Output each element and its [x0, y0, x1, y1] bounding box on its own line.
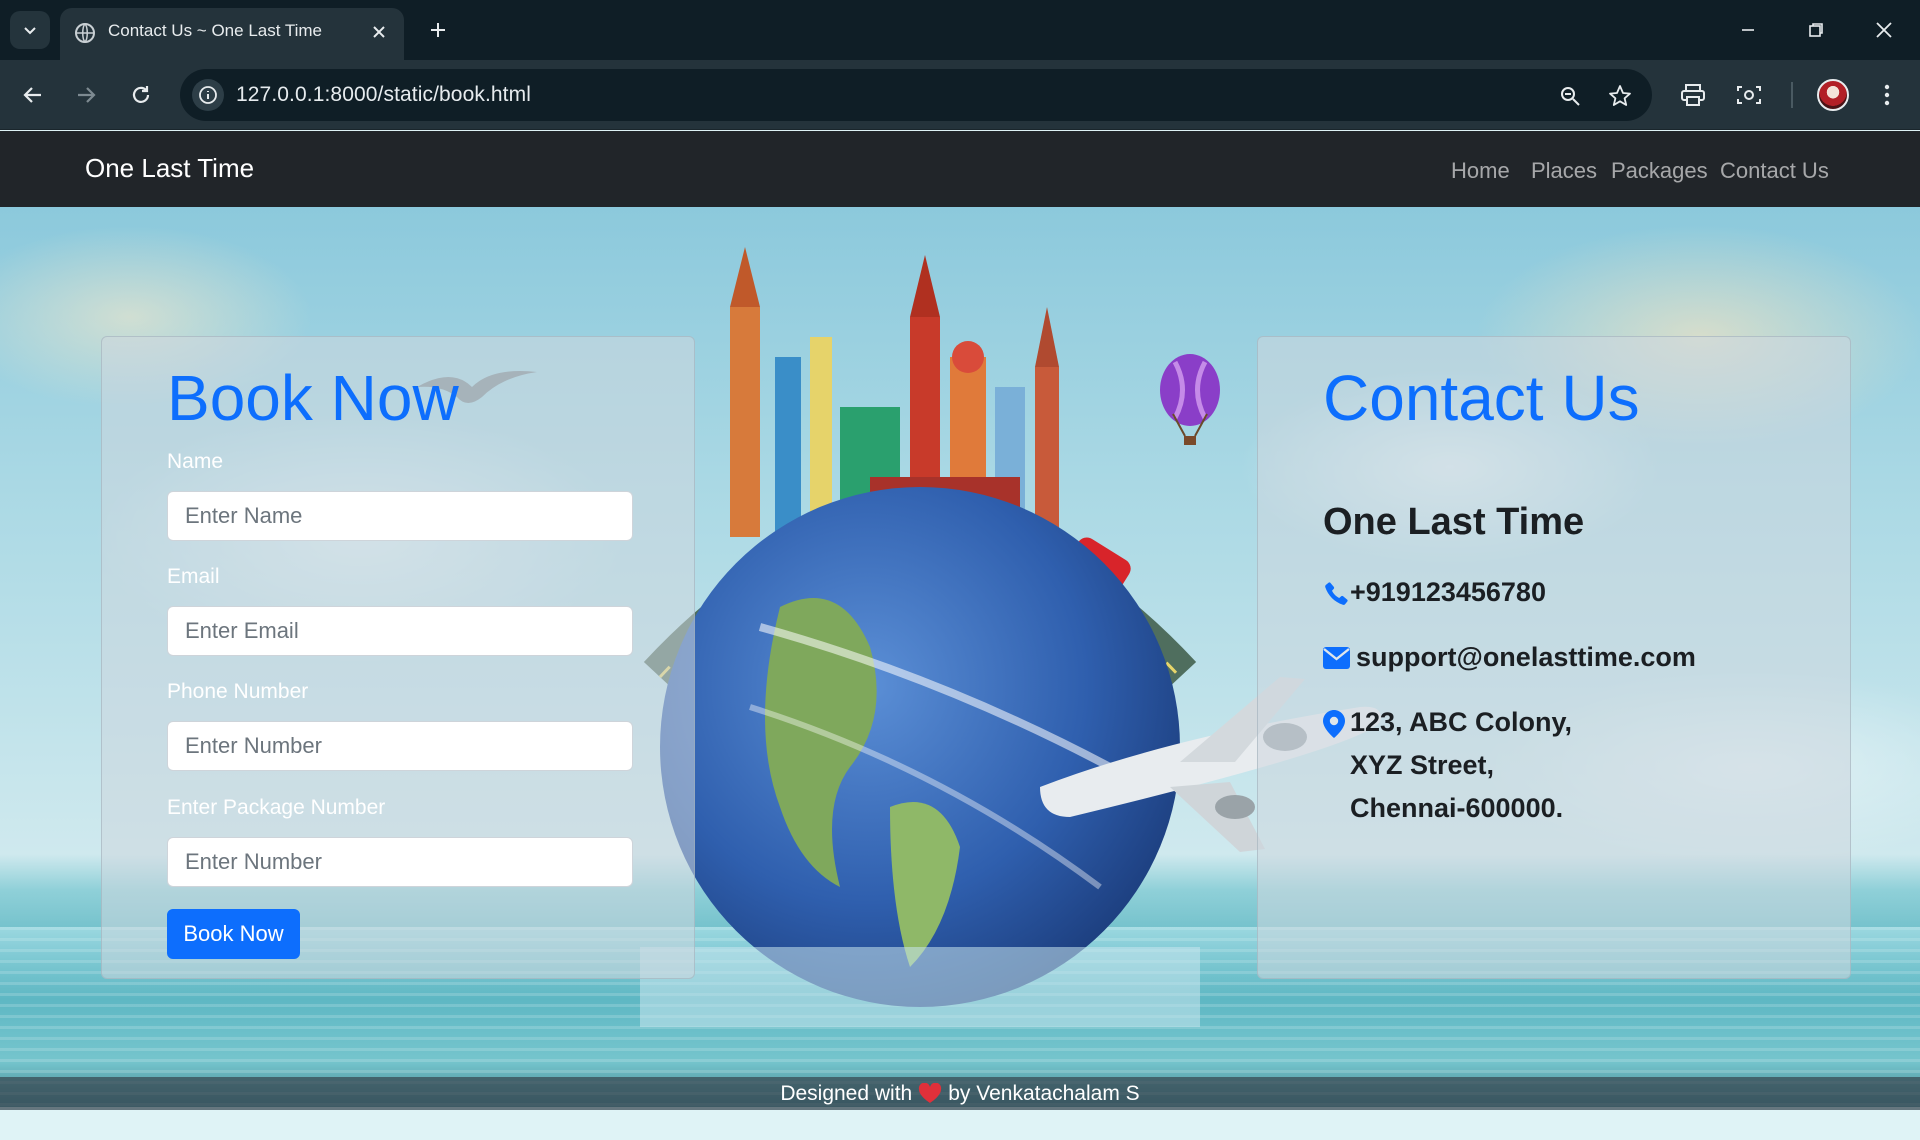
name-input[interactable]: [167, 491, 633, 541]
globe-landmarks-illustration: [640, 247, 1200, 1027]
address-line-1: 123, ABC Colony,: [1350, 707, 1573, 737]
map-pin-icon: [1323, 710, 1345, 738]
nav-link-packages[interactable]: Packages: [1611, 158, 1708, 184]
forward-icon: [78, 87, 96, 103]
zoom-icon: [1561, 87, 1580, 106]
name-label: Name: [167, 450, 224, 473]
address-block: 123, ABC Colony, XYZ Street, Chennai-600…: [1350, 701, 1572, 830]
site-footer: Designed with by Venkatachalam S: [0, 1077, 1920, 1110]
restore-icon: [1809, 23, 1823, 37]
nav-link-places[interactable]: Places: [1531, 158, 1597, 184]
nav-link-contact-us[interactable]: Contact Us: [1720, 158, 1829, 184]
bookmark-button[interactable]: [1605, 81, 1635, 111]
contact-us-card: Contact Us One Last Time +919123456780 s…: [1257, 336, 1851, 979]
reload-icon: [132, 86, 150, 103]
hero-background: Book Now Name Email Phone Number Enter P…: [0, 207, 1920, 1107]
profile-avatar[interactable]: [1817, 79, 1849, 111]
phone-label: Phone Number: [167, 680, 309, 703]
address-line-3: Chennai-600000.: [1350, 793, 1564, 823]
toolbar-divider: [1791, 82, 1793, 108]
browser-tab-active[interactable]: Contact Us ~ One Last Time: [60, 8, 404, 60]
address-line-2: XYZ Street,: [1350, 750, 1495, 780]
close-window-button[interactable]: [1868, 14, 1900, 46]
phone-number[interactable]: +919123456780: [1350, 571, 1546, 614]
envelope-icon: [1323, 647, 1350, 669]
browser-tab-bar: Contact Us ~ One Last Time: [0, 0, 1920, 60]
phone-input[interactable]: [167, 721, 633, 771]
chevron-down-icon: [24, 27, 36, 35]
email-address[interactable]: support@onelasttime.com: [1356, 636, 1696, 679]
email-input[interactable]: [167, 606, 633, 656]
site-navbar: One Last Time Home Places Packages Conta…: [0, 131, 1920, 207]
tab-title: Contact Us ~ One Last Time: [108, 21, 323, 40]
organization-name: One Last Time: [1323, 501, 1585, 543]
reload-button[interactable]: [123, 77, 159, 113]
contact-us-title: Contact Us: [1323, 362, 1640, 434]
web-page: One Last Time Home Places Packages Conta…: [0, 131, 1920, 1140]
package-number-label: Enter Package Number: [167, 796, 386, 819]
browser-toolbar: 127.0.0.1:8000/static/book.html: [0, 60, 1920, 130]
print-icon: [1681, 84, 1705, 106]
screenshot-icon: [1737, 86, 1761, 104]
footer-prefix: Designed with: [780, 1081, 913, 1105]
minimize-button[interactable]: [1732, 14, 1764, 46]
minimize-icon: [1742, 29, 1754, 31]
window-close-icon: [1876, 22, 1892, 38]
print-button[interactable]: [1676, 78, 1710, 112]
bookmark-star-icon: [1609, 85, 1631, 106]
contact-email: support@onelasttime.com: [1323, 636, 1696, 679]
nav-link-home[interactable]: Home: [1451, 158, 1510, 184]
screenshot-button[interactable]: [1732, 78, 1766, 112]
phone-icon: [1325, 582, 1348, 605]
address-bar[interactable]: 127.0.0.1:8000/static/book.html: [180, 69, 1652, 121]
back-button[interactable]: [15, 77, 51, 113]
new-tab-button[interactable]: [424, 16, 452, 44]
restore-button[interactable]: [1800, 14, 1832, 46]
zoom-button[interactable]: [1555, 81, 1585, 111]
email-label: Email: [167, 565, 220, 588]
back-icon: [23, 87, 41, 103]
footer-suffix: by Venkatachalam S: [948, 1081, 1140, 1105]
close-icon: [373, 26, 385, 38]
tab-close-button[interactable]: [368, 21, 390, 43]
globe-favicon-icon: [75, 23, 95, 43]
forward-button[interactable]: [68, 77, 104, 113]
heart-icon: [919, 1083, 942, 1103]
book-now-title: Book Now: [167, 362, 459, 434]
url-text[interactable]: 127.0.0.1:8000/static/book.html: [236, 83, 531, 107]
navbar-brand[interactable]: One Last Time: [85, 153, 254, 184]
package-number-input[interactable]: [167, 837, 633, 887]
site-info-button[interactable]: [192, 79, 224, 111]
book-now-button[interactable]: Book Now: [167, 909, 300, 959]
tab-search-button[interactable]: [10, 11, 50, 49]
plus-icon: [431, 23, 445, 37]
kebab-menu-icon: [1884, 84, 1890, 106]
contact-phone: +919123456780: [1323, 571, 1546, 614]
book-now-card: Book Now Name Email Phone Number Enter P…: [101, 336, 695, 979]
site-info-icon: [199, 86, 217, 104]
browser-menu-button[interactable]: [1870, 78, 1904, 112]
contact-address: 123, ABC Colony, XYZ Street, Chennai-600…: [1323, 701, 1572, 830]
hot-air-balloon-illustration: [1160, 354, 1220, 445]
